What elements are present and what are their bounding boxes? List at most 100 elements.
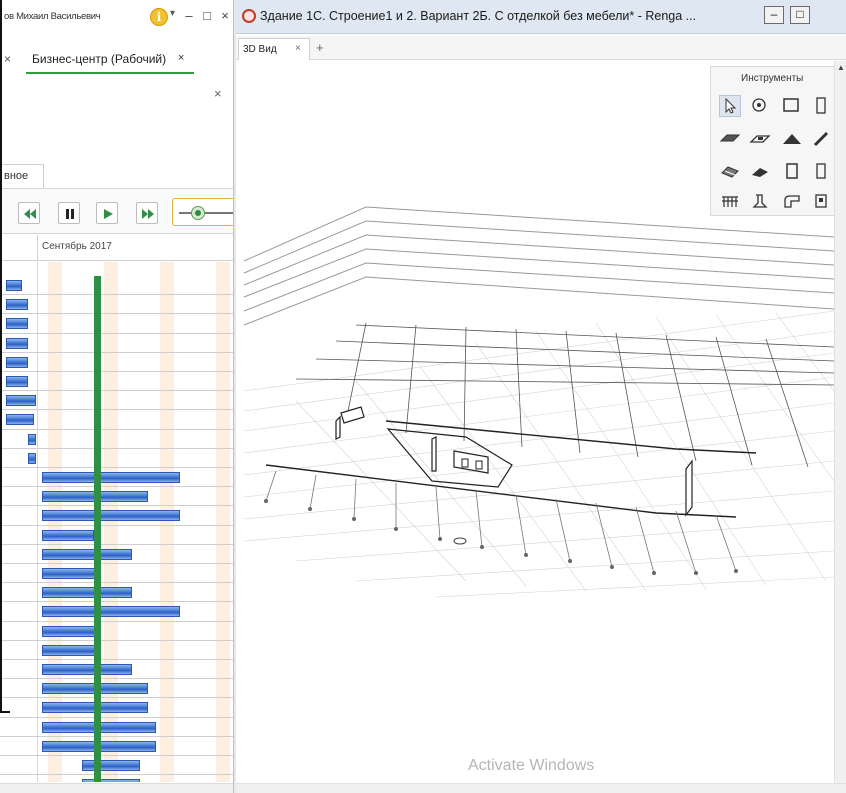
vertical-scrollbar[interactable]: ▲ [834,61,846,783]
gantt-task-bar[interactable] [6,356,28,368]
tab-business-center[interactable]: Бизнес-центр (Рабочий) × [26,46,194,74]
gantt-task-bar[interactable] [42,510,180,522]
gantt-task-bar[interactable] [28,452,36,464]
tab-close-icon[interactable]: × [295,43,301,54]
pause-icon [66,209,74,219]
gantt-task-bar[interactable] [28,433,36,445]
column-tool-icon[interactable] [781,161,803,183]
ramp-tool-icon[interactable] [749,161,771,183]
play-button[interactable] [96,202,118,224]
gantt-row-line [0,582,236,584]
gantt-row-line [0,524,236,526]
rewind-icon [24,209,36,219]
slider-knob[interactable] [191,206,205,220]
gantt-row-line [0,505,236,507]
user-name: ов Михаил Васильевич [4,11,101,22]
renga-title-bar: Здание 1С. Строение1 и 2. Вариант 2Б. С … [236,0,846,34]
gantt-month-label: Сентябрь 2017 [42,241,112,252]
gantt-task-bar[interactable] [6,376,28,387]
gantt-task-bar[interactable] [42,606,180,618]
gantt-task-bar[interactable] [6,414,34,426]
tab-3d-view[interactable]: 3D Вид × [238,38,310,60]
gantt-task-bar[interactable] [42,529,94,541]
gantt-row-line [0,294,236,296]
floor-tool-icon[interactable] [749,129,771,151]
gantt-task-bar[interactable] [42,587,132,599]
panel-close-icon[interactable]: × [214,86,222,101]
gantt-app-window: ов Михаил Васильевич i ▾ – □ × × Бизнес-… [0,0,236,793]
left-title-bar: ов Михаил Васильевич i ▾ – □ × [0,0,236,36]
tab-label: Бизнес-центр (Рабочий) [32,52,167,66]
gantt-task-bar[interactable] [42,472,180,483]
gantt-task-bar[interactable] [42,548,132,560]
gantt-task-bar[interactable] [6,337,28,349]
scroll-up-icon[interactable]: ▲ [837,63,845,72]
gantt-row-line [0,467,236,468]
gantt-task-bar[interactable] [6,318,28,330]
minimize-button[interactable]: – [180,6,198,26]
view-cube-tool-icon[interactable] [749,95,771,117]
gantt-task-bar[interactable] [6,395,36,407]
gantt-row-line [0,371,236,372]
gantt-row-line [0,332,236,334]
gantt-row-line [0,447,236,449]
railing-tool-icon[interactable] [719,191,741,213]
today-marker [94,276,101,782]
restore-button[interactable]: □ [198,6,216,26]
gantt-row-line [0,409,236,411]
beam-tool-icon[interactable] [811,129,833,151]
equipment-tool-icon[interactable] [749,191,771,213]
gantt-row-line [0,678,236,680]
gantt-row-line [0,659,236,660]
gantt-row-line [0,639,236,641]
info-dropdown-icon[interactable]: ▾ [170,8,175,19]
gantt-row-line [0,601,236,603]
grid-column [37,262,38,782]
gantt-row-line [0,543,236,545]
slab-tool-icon[interactable] [719,129,741,151]
gantt-task-bar[interactable] [6,280,22,291]
tools-header: Инструменты [741,73,804,84]
maximize-button[interactable]: □ [790,6,810,24]
tab-close-icon[interactable]: × [178,52,184,64]
rewind-button[interactable] [18,202,40,224]
gantt-row-line [0,351,236,353]
gantt-row-line [0,774,236,776]
gantt-row-line [0,620,236,622]
gantt-task-bar[interactable] [42,625,100,637]
element-tool-icon[interactable] [811,191,833,213]
stair-tool-icon[interactable] [719,161,741,183]
gantt-task-bar[interactable] [42,644,100,656]
gantt-row-line [0,697,236,699]
horizontal-scrollbar[interactable] [0,783,236,793]
fast-forward-icon [142,209,154,219]
gantt-task-bar[interactable] [82,760,140,771]
window-tool-icon[interactable] [781,95,803,117]
weekend-column [160,262,174,782]
gantt-row-line [0,390,236,392]
gantt-row-line [0,716,236,718]
pause-button[interactable] [58,202,80,224]
roof-tool-icon[interactable] [781,129,803,151]
tab-label: 3D Вид [243,44,277,55]
gantt-task-bar[interactable] [6,299,28,311]
pipe-tool-icon[interactable] [781,191,803,213]
horizontal-scrollbar[interactable] [236,783,846,793]
gantt-task-bar[interactable] [82,779,140,782]
door-tool-icon[interactable] [811,95,833,117]
gantt-row-line [0,486,236,488]
slider-track [179,212,235,214]
wall-tool-icon[interactable] [811,161,833,183]
info-icon[interactable]: i [150,8,168,26]
close-button[interactable]: × [216,6,234,26]
gantt-task-bar[interactable] [42,664,132,675]
speed-slider[interactable] [172,198,236,226]
gantt-task-bar[interactable] [42,568,100,579]
gantt-chart [0,262,236,782]
select-tool-icon[interactable] [719,95,741,117]
gantt-row-line [0,735,236,737]
minimize-button[interactable]: – [764,6,784,24]
add-tab-icon[interactable]: + [316,40,324,55]
tools-panel: Инструменты [710,66,846,216]
fast-forward-button[interactable] [136,202,158,224]
